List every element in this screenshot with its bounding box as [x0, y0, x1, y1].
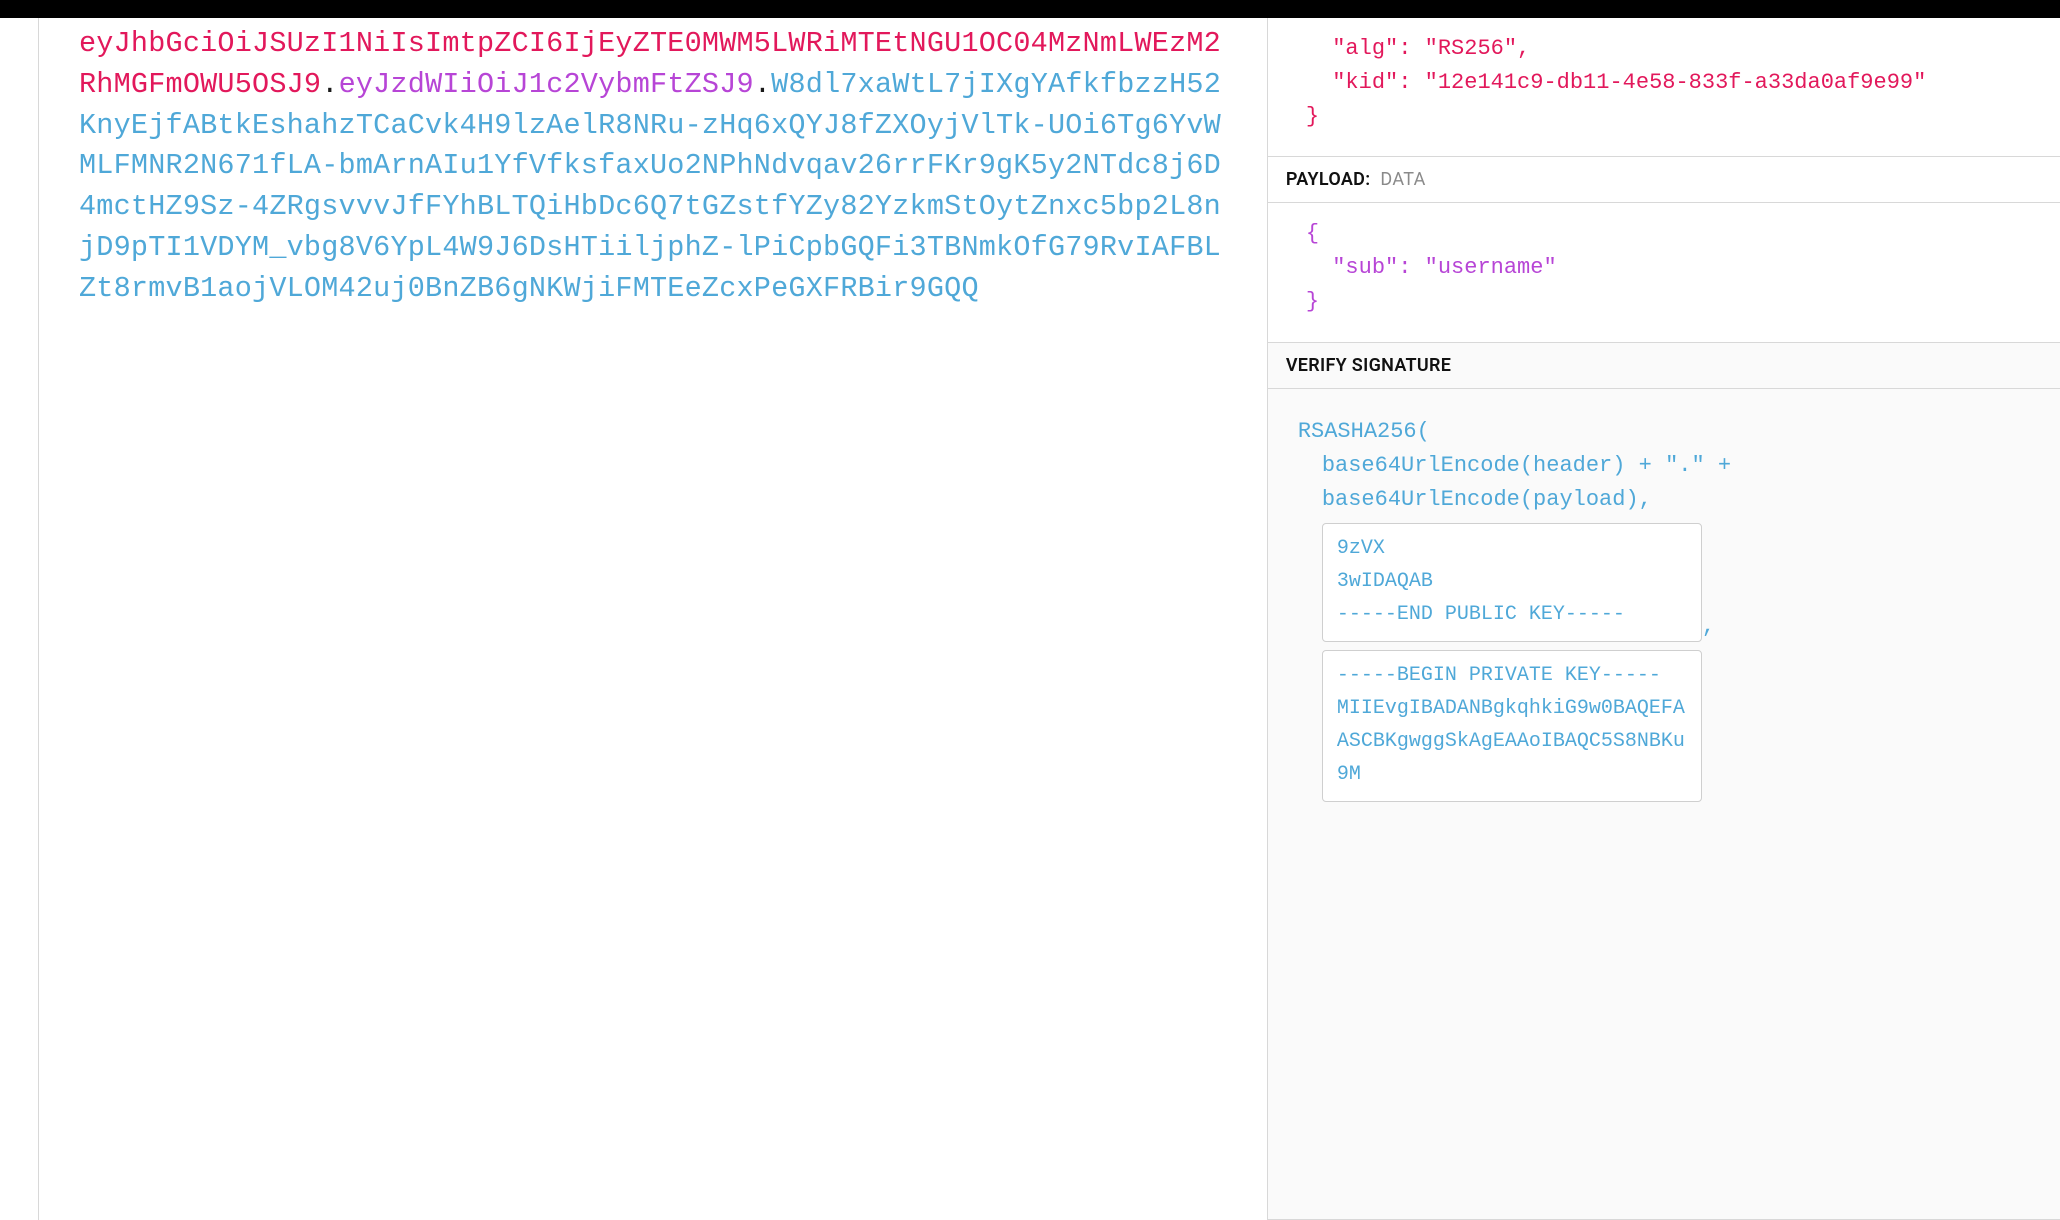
header-section: "alg": "RS256", "kid": "12e141c9-db11-4e…	[1268, 18, 2060, 157]
main-split: eyJhbGciOiJSUzI1NiIsImtpZCI6IjEyZTE0MWM5…	[0, 18, 2060, 1220]
token-dot-1: .	[321, 68, 338, 101]
signature-formula: RSASHA256( base64UrlEncode(header) + "."…	[1268, 389, 2060, 828]
sig-comma: ,	[1702, 610, 1715, 644]
sig-line-1: base64UrlEncode(header) + "." +	[1298, 449, 2036, 483]
token-signature-segment: W8dl7xaWtL7jIXgYAfkfbzzH52KnyEjfABtkEsha…	[79, 68, 1221, 305]
sig-line-2: base64UrlEncode(payload),	[1298, 483, 2036, 517]
encoded-token[interactable]: eyJhbGciOiJSUzI1NiIsImtpZCI6IjEyZTE0MWM5…	[79, 24, 1227, 309]
payload-section-header: PAYLOAD: DATA	[1268, 157, 2060, 203]
payload-json[interactable]: { "sub": "username" }	[1268, 203, 2060, 341]
header-json[interactable]: "alg": "RS256", "kid": "12e141c9-db11-4e…	[1268, 18, 2060, 156]
token-payload-segment: eyJzdWIiOiJ1c2VybmFtZSJ9	[339, 68, 754, 101]
verify-signature-label: VERIFY SIGNATURE	[1286, 355, 1451, 376]
public-key-input[interactable]: 9zVX 3wIDAQAB -----END PUBLIC KEY-----	[1322, 523, 1702, 642]
payload-sublabel: DATA	[1380, 169, 1425, 190]
private-key-input[interactable]: -----BEGIN PRIVATE KEY----- MIIEvgIBADAN…	[1322, 650, 1702, 802]
payload-label: PAYLOAD:	[1286, 169, 1371, 190]
signature-section-header: VERIFY SIGNATURE	[1268, 343, 2060, 389]
signature-section: VERIFY SIGNATURE RSASHA256( base64UrlEnc…	[1268, 343, 2060, 1220]
encoded-pane: eyJhbGciOiJSUzI1NiIsImtpZCI6IjEyZTE0MWM5…	[38, 18, 1268, 1220]
token-dot-2: .	[754, 68, 771, 101]
window-top-bar	[0, 0, 2060, 18]
payload-section: PAYLOAD: DATA { "sub": "username" }	[1268, 157, 2060, 342]
decoded-pane: "alg": "RS256", "kid": "12e141c9-db11-4e…	[1268, 18, 2060, 1220]
sig-fn: RSASHA256(	[1298, 415, 2036, 449]
